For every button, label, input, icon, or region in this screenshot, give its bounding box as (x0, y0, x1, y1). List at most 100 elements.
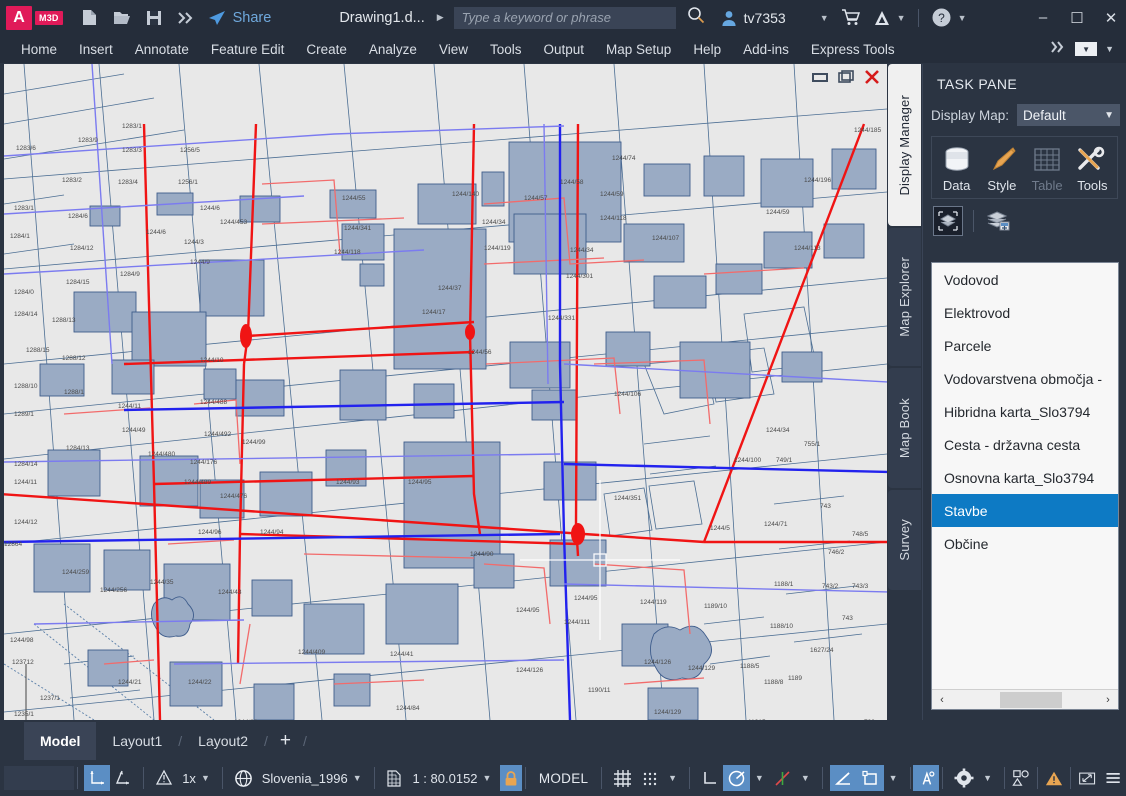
window-maximize-button[interactable]: ☐ (1068, 9, 1086, 27)
snap-dots-icon[interactable] (636, 765, 663, 791)
user-account[interactable]: tv7353 (720, 9, 786, 27)
autodesk-dropdown-icon[interactable]: ▼ (897, 13, 906, 23)
tools-button[interactable]: Tools (1070, 145, 1114, 193)
layer-item-vodovod[interactable]: Vodovod (932, 263, 1118, 296)
workspace-dropdown-icon[interactable]: ▼ (983, 773, 992, 783)
ribbon-tab-annotate[interactable]: Annotate (124, 42, 200, 57)
polar-angle-icon[interactable] (723, 765, 750, 791)
scrollbar-track[interactable] (952, 690, 1098, 710)
ribbon-tab-insert[interactable]: Insert (68, 42, 124, 57)
grid-icon[interactable] (609, 765, 636, 791)
ribbon-tab-view[interactable]: View (428, 42, 479, 57)
layer-item-hibridna-karta[interactable]: Hibridna karta_Slo3794 (932, 395, 1118, 428)
warning-triangle-icon[interactable] (151, 765, 177, 791)
drawing-scale-dropdown-icon[interactable]: ▼ (483, 773, 492, 783)
ribbon-tab-feature-edit[interactable]: Feature Edit (200, 42, 296, 57)
autodesk-icon[interactable] (873, 9, 891, 27)
polar-dropdown-icon[interactable]: ▼ (755, 773, 764, 783)
new-file-icon[interactable] (79, 7, 101, 29)
layer-item-stavbe[interactable]: Stavbe (932, 494, 1118, 527)
ribbon-tab-map-setup[interactable]: Map Setup (595, 42, 682, 57)
share-button[interactable]: Share (207, 9, 272, 27)
save-icon[interactable] (143, 7, 165, 29)
hamburger-menu-icon[interactable] (1100, 765, 1126, 791)
ribbon-minimize-icon[interactable]: ▼ (1075, 42, 1097, 56)
side-tab-survey[interactable]: Survey (888, 490, 922, 590)
layer-stack-icon[interactable] (933, 206, 963, 236)
display-map-select[interactable]: Default ▼ (1017, 104, 1120, 126)
help-question-icon[interactable]: ? (931, 7, 952, 28)
space-mode-toggle[interactable]: MODEL (529, 771, 599, 786)
side-tab-map-book[interactable]: Map Book (888, 368, 922, 488)
ucs-axis-icon[interactable] (84, 765, 110, 791)
ribbon-tab-create[interactable]: Create (295, 42, 358, 57)
data-button[interactable]: Data (935, 145, 979, 193)
document-dropdown-icon[interactable]: ▶ (437, 12, 444, 23)
snap-dropdown-icon[interactable]: ▼ (668, 773, 677, 783)
layer-item-obcine[interactable]: Občine (932, 527, 1118, 560)
osnap-track-icon[interactable] (769, 765, 796, 791)
autodesk-a-logo[interactable]: A (6, 6, 32, 30)
layer-item-elektrovod[interactable]: Elektrovod (932, 296, 1118, 329)
qat-overflow-icon[interactable] (175, 7, 197, 29)
window-minimize-button[interactable]: – (1034, 9, 1052, 26)
layer-list-scrollbar[interactable]: ‹ › (932, 689, 1118, 709)
coordinate-system-group[interactable]: Slovenia_1996 ▼ (226, 764, 371, 792)
iso-axis-icon[interactable] (110, 765, 136, 791)
ribbon-tab-tools[interactable]: Tools (479, 42, 533, 57)
shopping-cart-icon[interactable] (841, 8, 861, 27)
map-drawing-canvas[interactable]: 1283/61283/9 1283/11283/3 1256/51256/1 1… (4, 64, 887, 720)
dynamic-ucs-icon[interactable] (857, 765, 884, 791)
annotation-scale-group[interactable]: 1x ▼ (147, 764, 219, 792)
sheet-scale-icon[interactable] (381, 765, 407, 791)
ortho-corner-icon[interactable] (697, 765, 723, 791)
search-input[interactable]: Type a keyword or phrase (454, 7, 676, 29)
coordinate-system-dropdown-icon[interactable]: ▼ (353, 773, 362, 783)
ribbon-tab-analyze[interactable]: Analyze (358, 42, 428, 57)
annotation-scale-dropdown-icon[interactable]: ▼ (201, 773, 210, 783)
open-folder-icon[interactable] (111, 7, 133, 29)
table-button[interactable]: Table (1025, 145, 1069, 193)
alert-triangle-icon[interactable] (1041, 765, 1067, 791)
layout-tab-layout1[interactable]: Layout1 (96, 722, 178, 760)
layout-tab-model[interactable]: Model (24, 722, 96, 760)
selection-shapes-icon[interactable] (1008, 765, 1034, 791)
ribbon-tab-express-tools[interactable]: Express Tools (800, 42, 906, 57)
search-icon[interactable] (686, 5, 706, 30)
window-close-button[interactable]: ✕ (1102, 9, 1120, 27)
layout-tab-layout2[interactable]: Layout2 (182, 722, 264, 760)
layer-item-cesta-drzavna[interactable]: Cesta - državna cesta (932, 428, 1118, 461)
help-dropdown-icon[interactable]: ▼ (958, 13, 967, 23)
layer-item-parcele[interactable]: Parcele (932, 329, 1118, 362)
style-button[interactable]: Style (980, 145, 1024, 193)
layer-list[interactable]: Vodovod Elektrovod Parcele Vodovarstvena… (931, 262, 1119, 710)
add-layout-button[interactable]: + (268, 730, 303, 752)
annotation-a-icon[interactable] (913, 765, 939, 791)
drawing-scale-group[interactable]: 1 : 80.0152 ▼ (377, 764, 500, 792)
ribbon-overflow-icon[interactable] (1051, 40, 1067, 58)
ribbon-minimize-dropdown-icon[interactable]: ▼ (1105, 44, 1114, 54)
ribbon-tab-home[interactable]: Home (10, 42, 68, 57)
scrollbar-thumb[interactable] (1000, 692, 1062, 708)
ribbon-tab-add-ins[interactable]: Add-ins (732, 42, 800, 57)
drawing-close-icon[interactable] (861, 68, 883, 86)
side-tab-display-manager[interactable]: Display Manager (888, 64, 922, 226)
ribbon-tab-output[interactable]: Output (532, 42, 595, 57)
layer-stack-add-icon[interactable] (984, 206, 1014, 236)
drawing-minimize-icon[interactable] (809, 68, 831, 86)
angle-snap-icon[interactable] (830, 765, 857, 791)
user-dropdown-icon[interactable]: ▼ (820, 13, 829, 23)
ribbon-tab-help[interactable]: Help (682, 42, 732, 57)
globe-icon[interactable] (230, 765, 257, 791)
layer-item-osnovna-karta[interactable]: Osnovna karta_Slo3794 (932, 461, 1118, 494)
expand-arrows-icon[interactable] (1074, 765, 1100, 791)
dynamic-ucs-dropdown-icon[interactable]: ▼ (889, 773, 898, 783)
document-name[interactable]: Drawing1.d... (339, 10, 424, 26)
lock-closed-icon[interactable] (500, 765, 522, 791)
osnap-track-dropdown-icon[interactable]: ▼ (801, 773, 810, 783)
layer-item-vodovarstvena[interactable]: Vodovarstvena območja - (932, 362, 1118, 395)
gear-icon[interactable] (950, 765, 978, 791)
drawing-restore-icon[interactable] (835, 68, 857, 86)
scroll-right-arrow-icon[interactable]: › (1098, 690, 1118, 710)
side-tab-map-explorer[interactable]: Map Explorer (888, 228, 922, 366)
